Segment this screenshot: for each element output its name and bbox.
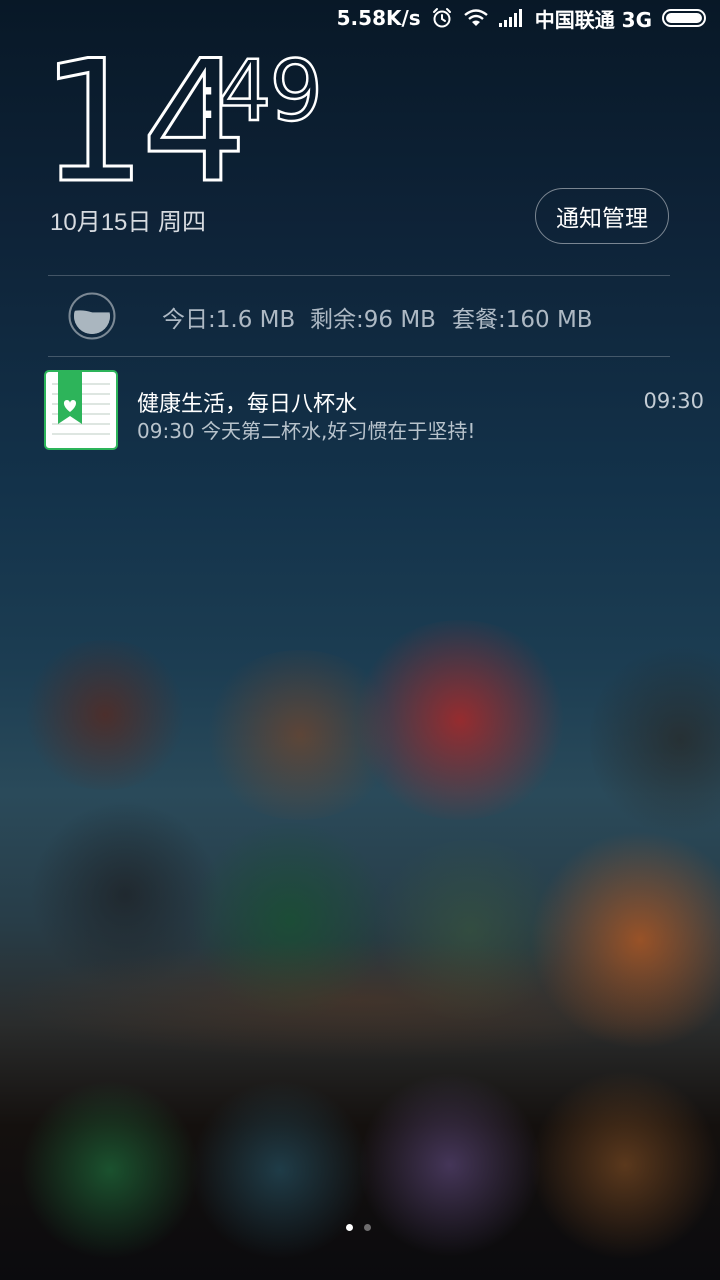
background-blur	[370, 840, 570, 1020]
signal-icon	[498, 9, 525, 27]
background-blur	[20, 1080, 200, 1260]
background-blur	[350, 620, 570, 820]
data-usage-remaining: 剩余:96 MB	[310, 307, 436, 333]
page-dot	[364, 1224, 371, 1231]
page-dot-active	[346, 1224, 353, 1231]
data-usage-icon	[68, 292, 116, 340]
notification-title: 健康生活，每日八杯水	[137, 392, 358, 417]
background-blur	[200, 650, 400, 820]
background-blur	[530, 1070, 720, 1260]
water-diary-app-icon	[44, 370, 118, 450]
background-blur	[190, 820, 390, 1020]
clock-separator: :	[198, 63, 218, 133]
wifi-icon	[463, 8, 489, 28]
background-blur	[590, 640, 720, 840]
background-blur	[190, 1080, 370, 1260]
background-blur	[30, 800, 220, 990]
background-blur	[0, 940, 720, 1060]
background-blur	[530, 830, 720, 1050]
divider	[48, 356, 670, 357]
background-blur	[20, 640, 190, 790]
clock: 14 : 49	[40, 50, 324, 190]
notification-manage-button[interactable]: 通知管理	[535, 188, 669, 244]
carrier-label: 中国联通 3G	[534, 7, 652, 32]
divider	[48, 275, 670, 276]
lock-screen: 5.58K/s 中国联通 3G 14: 49 10月15日 周四 通知管理 今…	[0, 0, 720, 1280]
alarm-icon	[431, 7, 453, 29]
data-usage-today: 今日:1.6 MB	[162, 307, 296, 333]
notification-time: 09:30	[643, 389, 704, 413]
background-blur	[360, 1070, 540, 1260]
network-speed: 5.58K/s	[336, 6, 421, 30]
date-label: 10月15日 周四	[50, 209, 207, 236]
clock-minute: 49	[218, 50, 321, 140]
battery-icon	[662, 8, 710, 28]
page-indicator	[346, 1224, 382, 1231]
data-usage-plan: 套餐:160 MB	[452, 307, 593, 333]
status-bar: 5.58K/s 中国联通 3G	[0, 0, 720, 36]
notification-body: 09:30 今天第二杯水,好习惯在于坚持!	[137, 419, 476, 443]
